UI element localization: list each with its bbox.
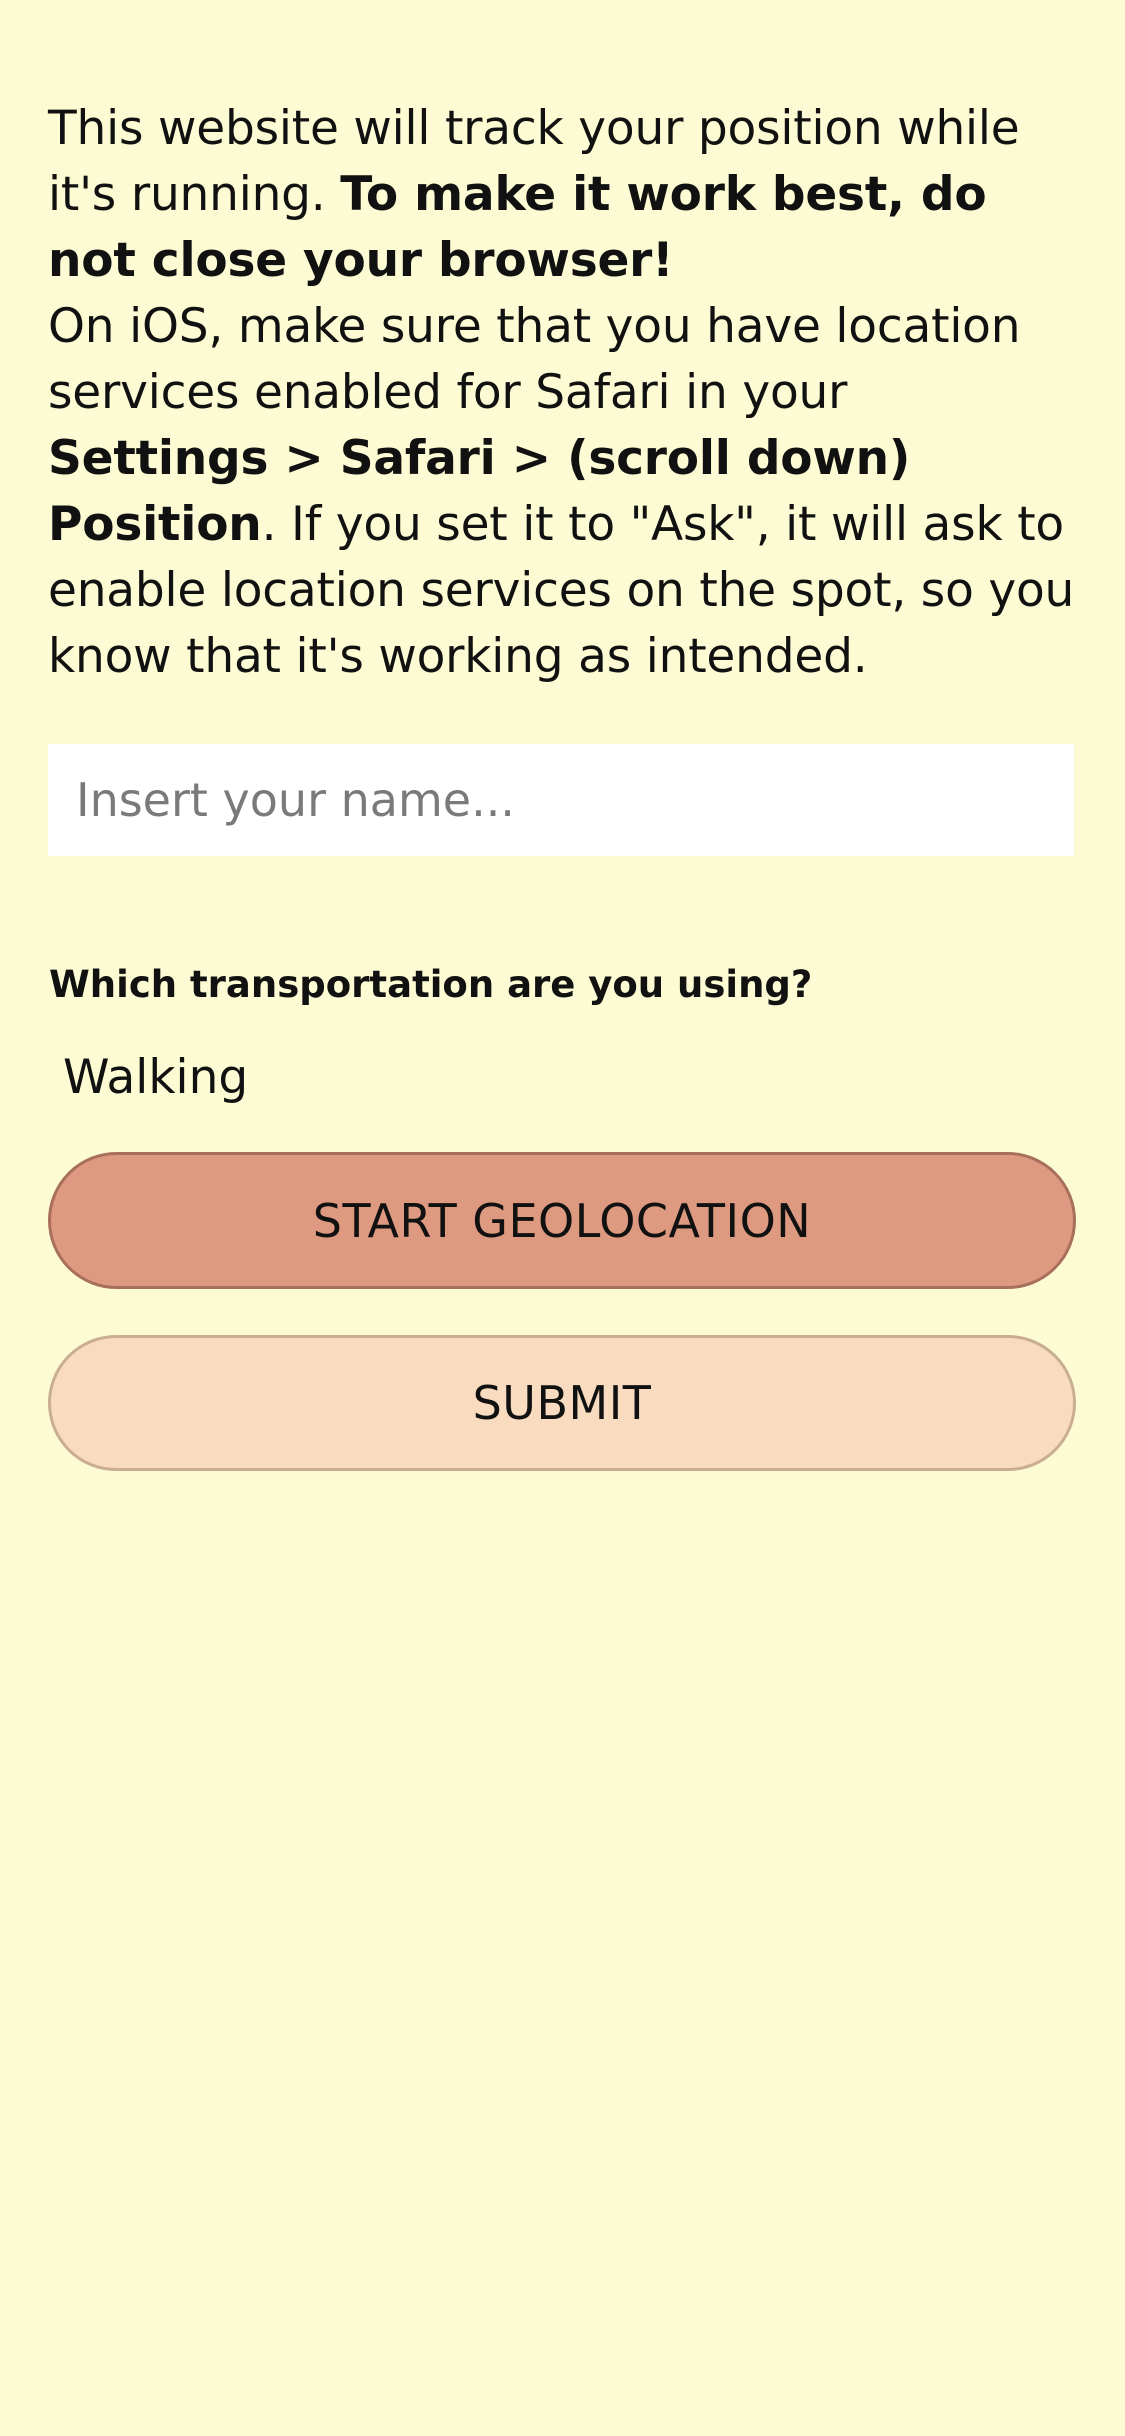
transport-select[interactable]: Walking xyxy=(63,1048,248,1108)
intro-text-part-2: On iOS, make sure that you have location… xyxy=(48,299,1021,420)
start-geolocation-button[interactable]: START GEOLOCATION xyxy=(48,1152,1076,1289)
submit-button[interactable]: SUBMIT xyxy=(48,1335,1076,1471)
intro-text: This website will track your position wh… xyxy=(48,96,1078,690)
name-input[interactable] xyxy=(48,744,1074,856)
main-content: This website will track your position wh… xyxy=(48,96,1078,1471)
transport-question: Which transportation are you using? xyxy=(49,963,813,1006)
